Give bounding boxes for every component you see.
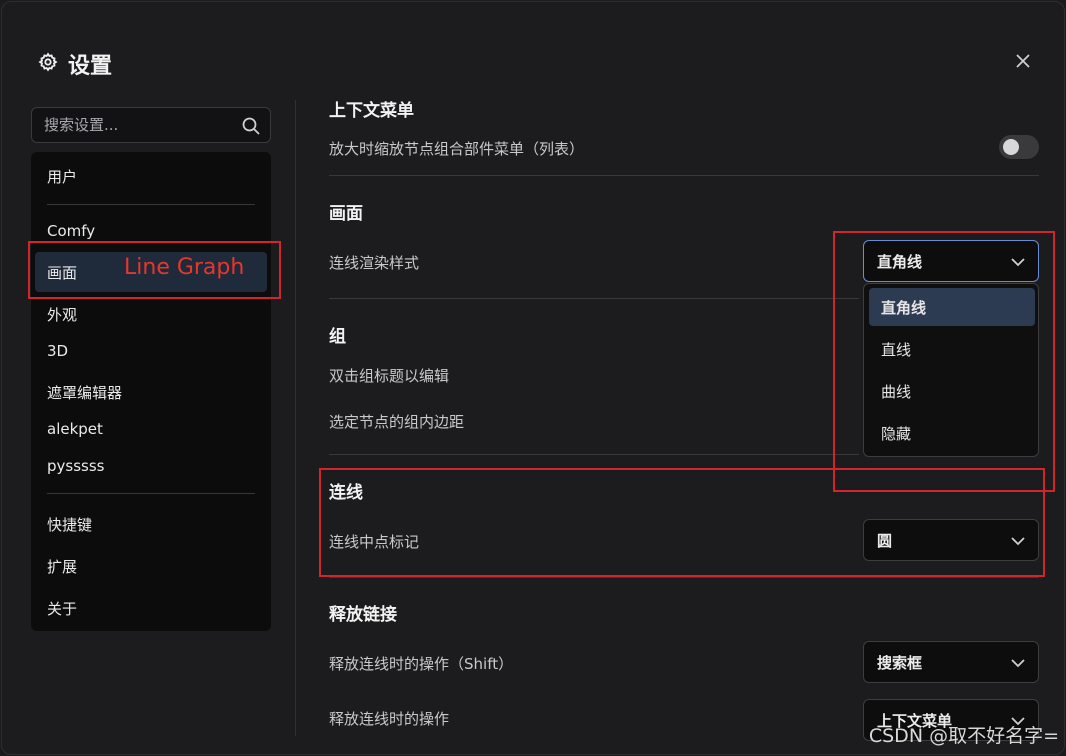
- select-value: 直角线: [877, 252, 923, 271]
- dropdown-option-orthogonal[interactable]: 直角线: [869, 288, 1035, 326]
- settings-content: 上下文菜单 放大时缩放节点组合部件菜单（列表） 画面 连线渲染样式 直角线 组 …: [2, 2, 1064, 754]
- setting-label-link-midpoint: 连线中点标记: [329, 533, 420, 551]
- setting-label-group-padding: 选定节点的组内边距: [329, 413, 465, 431]
- chevron-down-icon: [1011, 258, 1025, 267]
- section-heading-context-menu: 上下文菜单: [329, 101, 414, 121]
- dropdown-option-straight[interactable]: 直线: [869, 330, 1035, 368]
- option-label: 直线: [881, 340, 912, 359]
- setting-label-release-action: 释放连线时的操作: [329, 710, 450, 728]
- chevron-down-icon: [1011, 537, 1025, 546]
- setting-label-zoom-menu: 放大时缩放节点组合部件菜单（列表）: [329, 140, 585, 158]
- section-divider: [329, 175, 1039, 176]
- setting-label-release-shift: 释放连线时的操作（Shift）: [329, 655, 514, 673]
- link-render-select[interactable]: 直角线: [863, 240, 1039, 282]
- section-heading-group: 组: [329, 327, 346, 347]
- watermark: CSDN @取不好名字=: [868, 725, 1059, 747]
- section-heading-release-link: 释放链接: [329, 605, 397, 625]
- link-midpoint-select[interactable]: 圆: [863, 519, 1039, 561]
- option-label: 直角线: [881, 298, 927, 317]
- section-heading-link: 连线: [329, 483, 363, 503]
- setting-label-double-click-title: 双击组标题以编辑: [329, 367, 450, 385]
- chevron-down-icon: [1011, 659, 1025, 668]
- select-value: 圆: [877, 531, 893, 550]
- dropdown-option-hidden[interactable]: 隐藏: [869, 414, 1035, 452]
- option-label: 曲线: [881, 382, 912, 401]
- option-label: 隐藏: [881, 424, 912, 443]
- zoom-menu-toggle[interactable]: [999, 135, 1039, 159]
- release-shift-select[interactable]: 搜索框: [863, 641, 1039, 683]
- section-heading-canvas: 画面: [329, 204, 363, 224]
- dropdown-option-curve[interactable]: 曲线: [869, 372, 1035, 410]
- settings-dialog: 设置 用户 Comfy 画面 外观 3D 遮罩编: [1, 1, 1065, 755]
- link-render-dropdown: 直角线 直线 曲线 隐藏: [863, 283, 1039, 457]
- setting-label-link-render: 连线渲染样式: [329, 254, 420, 272]
- section-divider: [329, 298, 859, 299]
- select-value: 搜索框: [877, 653, 923, 672]
- toggle-knob: [1003, 139, 1019, 155]
- section-divider: [329, 577, 1039, 578]
- section-divider: [329, 454, 859, 455]
